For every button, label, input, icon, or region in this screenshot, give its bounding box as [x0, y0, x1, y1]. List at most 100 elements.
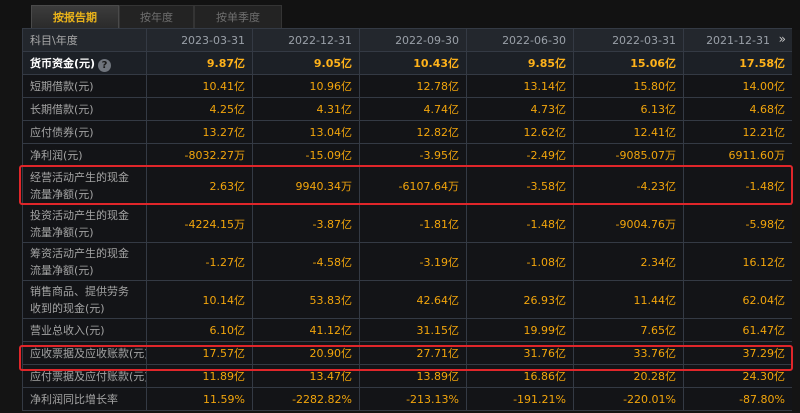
table-cell: -9085.07万 [573, 143, 684, 167]
table-cell: 11.59% [146, 387, 253, 411]
table-row: 筹资活动产生的现金流量净额(元) -1.27亿 -4.58亿 -3.19亿 -1… [22, 242, 792, 281]
table-cell: 4.25亿 [146, 97, 253, 121]
table-cell: 10.41亿 [146, 74, 253, 98]
table-cell: 33.76亿 [573, 341, 684, 365]
table-cell: 42.64亿 [359, 280, 467, 319]
table-cell: 10.14亿 [146, 280, 253, 319]
table-cell: -2.49亿 [466, 143, 574, 167]
table-row: 货币资金(元)? 9.87亿 9.05亿 10.43亿 9.85亿 15.06亿… [22, 51, 792, 75]
row-label: 应付票据及应付账款(元) [22, 364, 147, 388]
table-cell: 10.43亿 [359, 51, 467, 75]
table-row: 净利润(元) -8032.27万 -15.09亿 -3.95亿 -2.49亿 -… [22, 143, 792, 167]
table-cell: 17.57亿 [146, 341, 253, 365]
table-cell: 13.04亿 [252, 120, 360, 144]
header-date[interactable]: 2022-12-31 [252, 28, 360, 52]
table-cell: -4224.15万 [146, 204, 253, 243]
table-cell: 24.30亿 [683, 364, 792, 388]
table-cell: 4.74亿 [359, 97, 467, 121]
table-header-row: 科目\年度 2023-03-31 2022-12-31 2022-09-30 2… [22, 28, 792, 52]
more-columns-icon[interactable]: » [779, 32, 786, 46]
table-cell: 37.29亿 [683, 341, 792, 365]
row-label: 销售商品、提供劳务收到的现金(元) [22, 280, 147, 319]
table-cell: 16.86亿 [466, 364, 574, 388]
table-cell: 12.82亿 [359, 120, 467, 144]
table-cell: -3.95亿 [359, 143, 467, 167]
table-cell: 16.12亿 [683, 242, 792, 281]
table-cell: 19.99亿 [466, 318, 574, 342]
row-label: 经营活动产生的现金流量净额(元) [22, 166, 147, 205]
table-cell: 31.76亿 [466, 341, 574, 365]
header-date[interactable]: 2022-06-30 [466, 28, 574, 52]
table-cell: 62.04亿 [683, 280, 792, 319]
table-cell: 4.31亿 [252, 97, 360, 121]
table-cell: -213.13% [359, 387, 467, 411]
table-cell: 9.85亿 [466, 51, 574, 75]
table-cell: 9940.34万 [252, 166, 360, 205]
header-date-text: 2021-12-31 [706, 33, 770, 47]
header-date[interactable]: 2021-12-31 » [683, 28, 792, 52]
row-label: 应收票据及应收账款(元) [22, 341, 147, 365]
table-cell: -8032.27万 [146, 143, 253, 167]
header-date[interactable]: 2022-09-30 [359, 28, 467, 52]
table-cell: 20.28亿 [573, 364, 684, 388]
table-cell: 2.63亿 [146, 166, 253, 205]
table-cell: 20.90亿 [252, 341, 360, 365]
header-label: 科目\年度 [22, 28, 147, 52]
table-cell: -1.81亿 [359, 204, 467, 243]
table-cell: -3.19亿 [359, 242, 467, 281]
row-label: 营业总收入(元) [22, 318, 147, 342]
table-cell: 12.21亿 [683, 120, 792, 144]
financial-table-container: 科目\年度 2023-03-31 2022-12-31 2022-09-30 2… [22, 28, 792, 413]
table-cell: 53.83亿 [252, 280, 360, 319]
table-cell: -4.23亿 [573, 166, 684, 205]
row-label: 短期借款(元) [22, 74, 147, 98]
table-row: 应收票据及应收账款(元) 17.57亿 20.90亿 27.71亿 31.76亿… [22, 341, 792, 365]
table-cell: -87.80% [683, 387, 792, 411]
table-row: 短期借款(元) 10.41亿 10.96亿 12.78亿 13.14亿 15.8… [22, 74, 792, 98]
table-cell: -6107.64万 [359, 166, 467, 205]
table-cell: 4.68亿 [683, 97, 792, 121]
table-cell: 14.00亿 [683, 74, 792, 98]
table-row: 销售商品、提供劳务收到的现金(元) 10.14亿 53.83亿 42.64亿 2… [22, 280, 792, 319]
row-label: 投资活动产生的现金流量净额(元) [22, 204, 147, 243]
financial-table: 科目\年度 2023-03-31 2022-12-31 2022-09-30 2… [22, 28, 792, 411]
table-cell: 6.10亿 [146, 318, 253, 342]
table-cell: -3.87亿 [252, 204, 360, 243]
table-cell: 6.13亿 [573, 97, 684, 121]
row-label: 货币资金(元)? [22, 51, 147, 75]
table-cell: -191.21% [466, 387, 574, 411]
table-cell: -4.58亿 [252, 242, 360, 281]
table-cell: 41.12亿 [252, 318, 360, 342]
table-cell: -1.48亿 [683, 166, 792, 205]
table-cell: 9.05亿 [252, 51, 360, 75]
help-icon[interactable]: ? [98, 58, 112, 72]
row-label: 长期借款(元) [22, 97, 147, 121]
table-cell: 4.73亿 [466, 97, 574, 121]
table-cell: -3.58亿 [466, 166, 574, 205]
table-row: 营业总收入(元) 6.10亿 41.12亿 31.15亿 19.99亿 7.65… [22, 318, 792, 342]
table-cell: 61.47亿 [683, 318, 792, 342]
row-label: 净利润同比增长率 [22, 387, 147, 411]
table-cell: 12.78亿 [359, 74, 467, 98]
table-cell: 13.14亿 [466, 74, 574, 98]
table-cell: -5.98亿 [683, 204, 792, 243]
table-cell: 13.47亿 [252, 364, 360, 388]
table-cell: 7.65亿 [573, 318, 684, 342]
table-cell: 12.41亿 [573, 120, 684, 144]
tab-by-quarter[interactable]: 按单季度 [194, 5, 282, 29]
table-cell: 12.62亿 [466, 120, 574, 144]
tab-by-report-period[interactable]: 按报告期 [31, 5, 119, 29]
table-cell: 11.89亿 [146, 364, 253, 388]
header-date[interactable]: 2022-03-31 [573, 28, 684, 52]
table-row: 长期借款(元) 4.25亿 4.31亿 4.74亿 4.73亿 6.13亿 4.… [22, 97, 792, 121]
row-label: 净利润(元) [22, 143, 147, 167]
table-cell: -15.09亿 [252, 143, 360, 167]
table-row: 投资活动产生的现金流量净额(元) -4224.15万 -3.87亿 -1.81亿… [22, 204, 792, 243]
header-date[interactable]: 2023-03-31 [146, 28, 253, 52]
table-cell: 15.80亿 [573, 74, 684, 98]
table-cell: 26.93亿 [466, 280, 574, 319]
table-cell: 13.89亿 [359, 364, 467, 388]
table-cell: 17.58亿 [683, 51, 792, 75]
table-cell: -9004.76万 [573, 204, 684, 243]
tab-by-year[interactable]: 按年度 [119, 5, 194, 29]
